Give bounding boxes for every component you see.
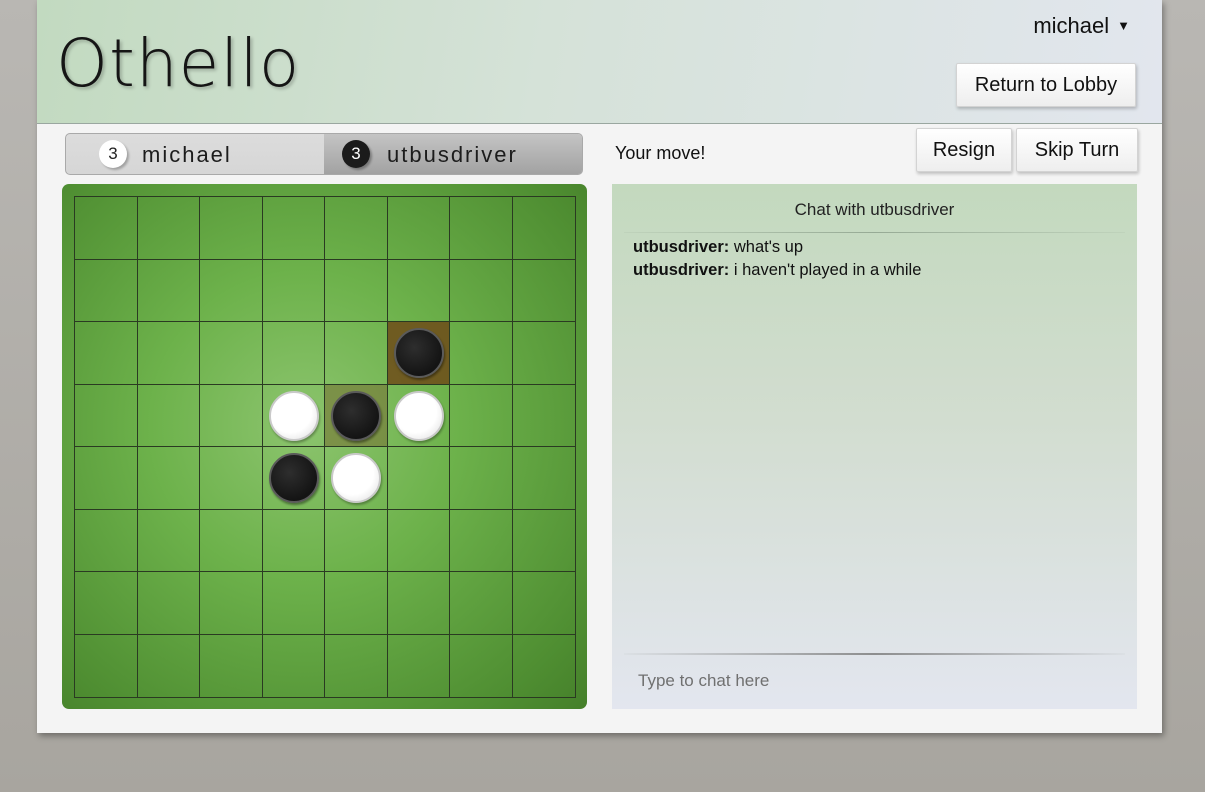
board-cell[interactable]	[387, 322, 450, 385]
turn-status: Your move!	[615, 143, 706, 163]
board-cell[interactable]	[387, 197, 450, 260]
board-cell[interactable]	[75, 384, 138, 447]
board-cell[interactable]	[325, 259, 388, 322]
board-cell[interactable]	[325, 322, 388, 385]
board-cell[interactable]	[262, 322, 325, 385]
board-cell[interactable]	[450, 197, 513, 260]
board-cell[interactable]	[512, 447, 575, 510]
board-cell[interactable]	[387, 384, 450, 447]
chat-title: Chat with utbusdriver	[794, 200, 955, 219]
board-cell[interactable]	[137, 384, 200, 447]
board-cell[interactable]	[450, 322, 513, 385]
board-cell[interactable]	[387, 259, 450, 322]
board-cell[interactable]	[200, 572, 263, 635]
board-cell[interactable]	[75, 509, 138, 572]
board-cell[interactable]	[262, 259, 325, 322]
white-piece	[331, 453, 381, 503]
board-cell[interactable]	[512, 385, 575, 447]
board-cell[interactable]	[387, 509, 450, 572]
board-cell[interactable]	[262, 447, 325, 510]
board-cell[interactable]	[137, 572, 200, 635]
board-cell[interactable]	[450, 509, 513, 572]
header: Othello michael ▼ Return to Lobby	[37, 0, 1162, 124]
board-cell[interactable]	[513, 635, 576, 698]
my-score-disc: 3	[99, 140, 127, 168]
chat-author: utbusdriver:	[633, 261, 730, 279]
board-cell[interactable]	[450, 259, 513, 322]
board-cell[interactable]	[137, 322, 200, 385]
board-cell[interactable]	[512, 260, 575, 322]
board-cell[interactable]	[200, 322, 263, 385]
username-label: michael	[1033, 13, 1110, 38]
game-board	[62, 184, 587, 709]
black-piece	[393, 328, 444, 378]
resign-button[interactable]: Resign	[916, 128, 1012, 172]
my-player-name: michael	[142, 142, 232, 167]
board-cell[interactable]	[263, 634, 325, 697]
score-bar: 3 michael 3 utbusdriver	[65, 133, 583, 175]
skip-turn-button[interactable]: Skip Turn	[1016, 128, 1138, 172]
board-cell[interactable]	[387, 447, 450, 510]
chat-text: i haven't played in a while	[729, 261, 922, 279]
board-cell[interactable]	[200, 259, 263, 322]
board-cell[interactable]	[262, 572, 325, 635]
black-piece	[268, 453, 319, 503]
board-cell[interactable]	[200, 509, 263, 572]
board-cell[interactable]	[325, 447, 388, 510]
chat-input-divider	[624, 653, 1125, 655]
board-cell[interactable]	[325, 197, 388, 260]
board-cell[interactable]	[75, 259, 138, 322]
return-to-lobby-button[interactable]: Return to Lobby	[956, 63, 1136, 107]
board-cell[interactable]	[325, 634, 388, 697]
board-cell[interactable]	[450, 572, 513, 635]
board-cell[interactable]	[75, 634, 138, 697]
chat-message: utbusdriver: what's up	[633, 236, 1123, 259]
board-cell[interactable]	[262, 197, 325, 260]
board-cell[interactable]	[450, 634, 513, 697]
board-cell[interactable]	[512, 322, 575, 385]
caret-down-icon: ▼	[1117, 18, 1130, 33]
chat-input[interactable]	[624, 663, 1140, 699]
chat-text: what's up	[729, 238, 804, 256]
chat-message: utbusdriver: i haven't played in a while	[633, 259, 1123, 282]
board-cell[interactable]	[75, 322, 138, 385]
board-grid	[74, 196, 576, 698]
board-cell[interactable]	[262, 509, 325, 572]
board-cell[interactable]	[138, 634, 200, 697]
board-cell[interactable]	[512, 572, 575, 635]
opponent-player-name: utbusdriver	[387, 142, 518, 167]
board-cell[interactable]	[200, 197, 263, 260]
chat-messages: utbusdriver: what's up utbusdriver: i ha…	[633, 236, 1123, 282]
board-cell[interactable]	[137, 509, 200, 572]
board-cell[interactable]	[200, 634, 263, 697]
board-cell[interactable]	[450, 384, 513, 447]
app-window: Othello michael ▼ Return to Lobby 3 micha…	[37, 0, 1162, 733]
board-cell[interactable]	[200, 447, 263, 510]
board-cell[interactable]	[325, 509, 388, 572]
board-cell[interactable]	[512, 197, 575, 260]
user-menu[interactable]: michael ▼	[1033, 13, 1130, 39]
board-cell[interactable]	[75, 447, 138, 510]
chat-author: utbusdriver:	[633, 238, 730, 256]
app-logo: Othello	[56, 25, 301, 102]
board-cell[interactable]	[200, 384, 263, 447]
black-piece	[331, 390, 381, 441]
board-cell[interactable]	[137, 259, 200, 322]
board-cell[interactable]	[75, 572, 138, 635]
board-cell[interactable]	[75, 197, 138, 260]
board-cell[interactable]	[388, 634, 450, 697]
board-cell[interactable]	[137, 447, 200, 510]
board-cell[interactable]	[325, 572, 388, 635]
board-cell[interactable]	[512, 510, 575, 572]
board-cell[interactable]	[325, 384, 388, 447]
board-cell[interactable]	[262, 384, 325, 447]
white-piece	[393, 390, 444, 441]
opponent-score-disc: 3	[342, 140, 370, 168]
chat-divider	[624, 232, 1125, 233]
board-cell[interactable]	[450, 447, 513, 510]
board-cell[interactable]	[387, 572, 450, 635]
board-cell[interactable]	[137, 197, 200, 260]
white-piece	[268, 390, 319, 441]
chat-panel: Chat with utbusdriver utbusdriver: what'…	[612, 184, 1140, 709]
